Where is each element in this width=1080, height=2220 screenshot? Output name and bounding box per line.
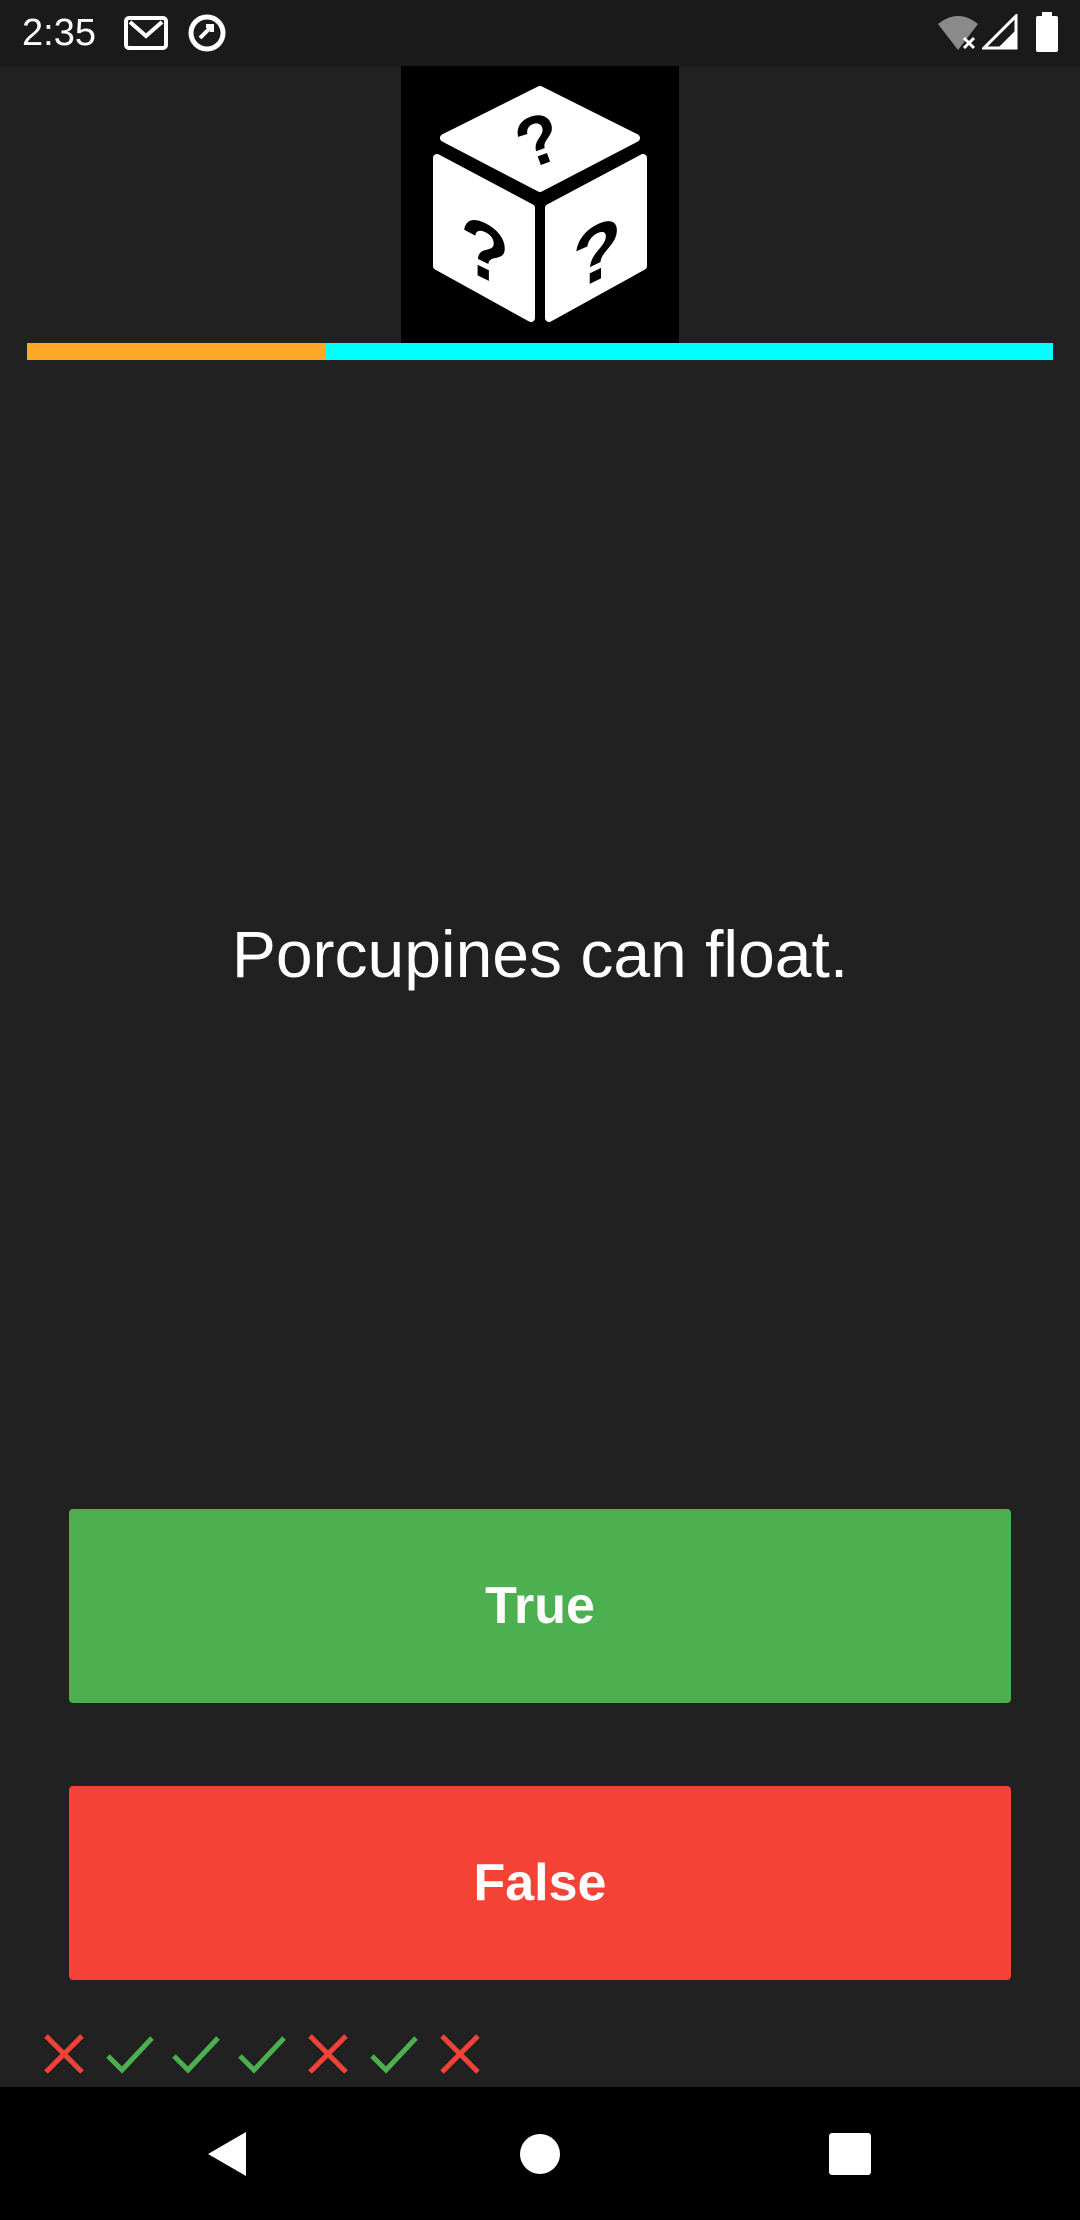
recents-icon[interactable] [805,2109,895,2199]
true-button[interactable]: True [69,1509,1011,1703]
progress-bar-fill [27,343,325,360]
score-history [36,2026,488,2082]
back-icon[interactable] [182,2109,272,2199]
status-bar: 2:35 [0,0,1080,66]
home-icon[interactable] [495,2109,585,2199]
cross-icon [308,2034,348,2074]
cross-icon [44,2034,84,2074]
quiz-screen: ? ? ? Porcupines can float. True False [0,66,1080,2086]
cross-icon [440,2034,480,2074]
false-button[interactable]: False [69,1786,1011,1980]
question-dice-icon: ? ? ? [401,66,679,344]
check-icon [106,2036,154,2074]
check-icon [370,2036,418,2074]
navigation-bar [0,2087,1080,2220]
sync-icon [186,12,228,59]
battery-icon [1036,12,1058,57]
check-icon [238,2036,286,2074]
gmail-icon [124,16,168,55]
progress-bar [27,343,1053,360]
check-icon [172,2036,220,2074]
question-text: Porcupines can float. [231,917,849,991]
status-time: 2:35 [22,12,96,54]
wifi-off-icon [936,14,980,57]
signal-icon [980,12,1018,55]
